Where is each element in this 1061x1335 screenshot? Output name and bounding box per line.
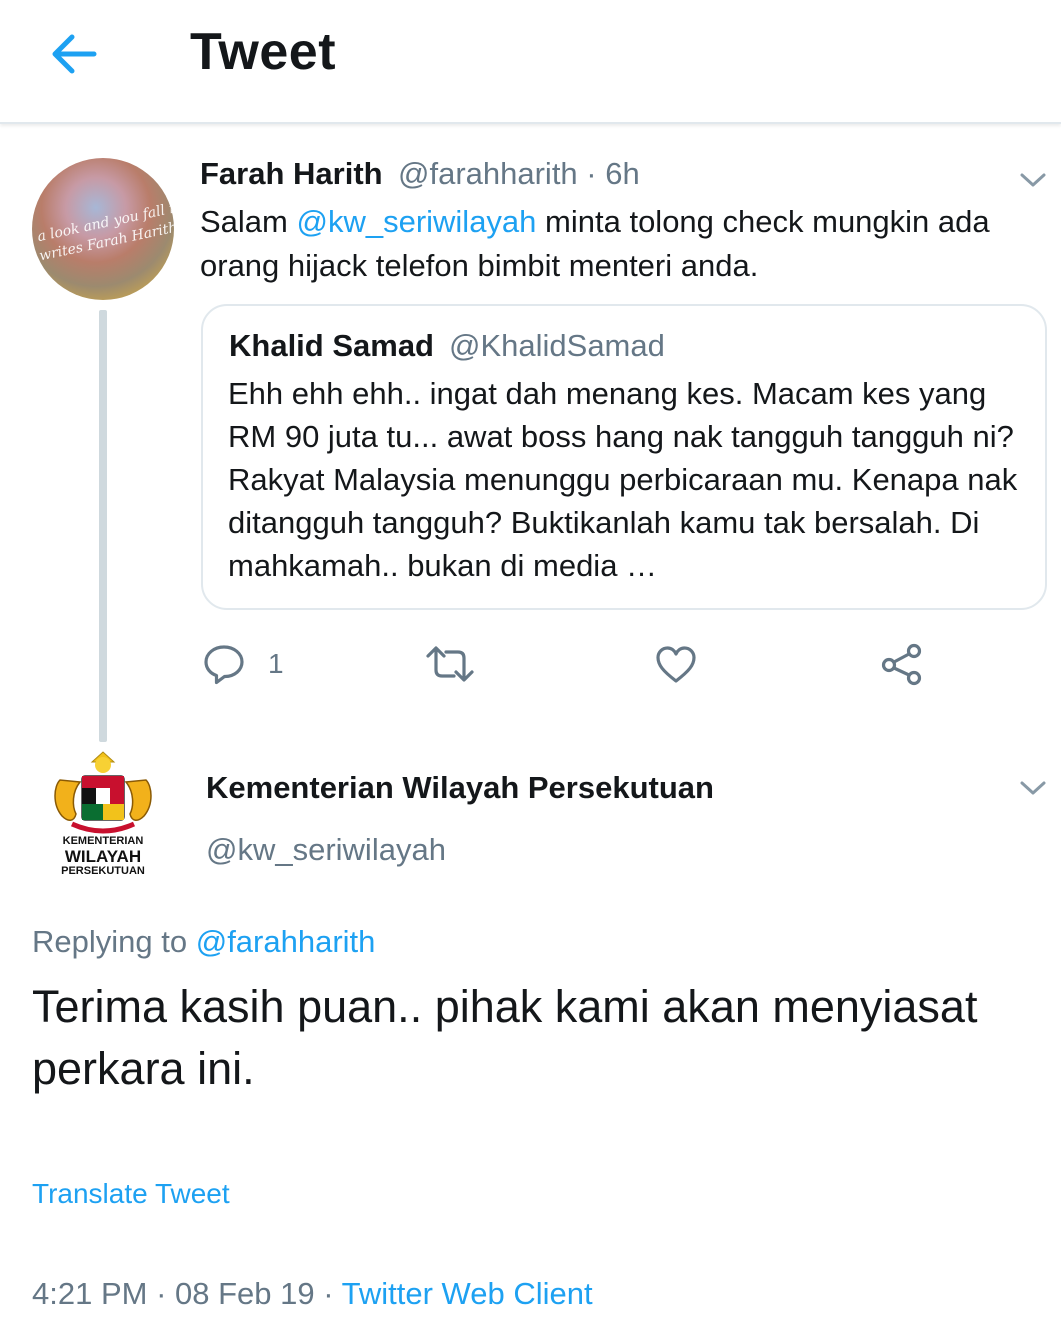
retweet-icon [424,642,476,686]
reply-count: 1 [268,648,284,679]
author-name[interactable]: Kementerian Wilayah Persekutuan [206,770,714,806]
tweet-metadata: 4:21 PM · 08 Feb 19 · Twitter Web Client [32,1276,593,1312]
thread-connector-line [99,310,107,742]
like-icon [654,642,698,686]
meta-separator: · [147,1276,176,1311]
tweet-text-prefix: Salam [200,204,297,239]
top-app-bar: Tweet [0,0,1061,124]
logo-text-kementerian: KEMENTERIAN [62,835,144,847]
quoted-author-handle: @KhalidSamad [449,328,665,363]
replying-to-mention[interactable]: @farahharith [196,924,376,959]
share-button[interactable] [880,640,924,688]
replying-to-label: Replying to [32,924,196,959]
translate-tweet-link[interactable]: Translate Tweet [32,1178,230,1210]
share-icon [880,642,924,686]
like-button[interactable] [654,640,698,688]
retweet-button[interactable] [424,640,476,688]
logo-text-wilayah: WILAYAH [64,847,142,866]
chevron-down-icon[interactable] [1018,170,1048,190]
tweet-date: 08 Feb 19 [175,1276,315,1311]
client-link[interactable]: Twitter Web Client [342,1276,593,1311]
author-name[interactable]: Farah Harith [200,156,383,192]
tweet-text: Salam @kw_seriwilayah minta tolong check… [200,200,1030,288]
avatar-farah-harith[interactable]: a look and you fall in writes Farah Hari… [32,158,174,300]
avatar-kementerian-logo[interactable]: KEMENTERIAN WILAYAH PERSEKUTUAN [32,748,174,883]
page-title: Tweet [190,23,337,81]
chevron-down-icon[interactable] [1018,778,1048,798]
author-handle: @farahharith [398,156,578,191]
arrow-left-icon[interactable] [44,26,104,82]
quoted-tweet[interactable]: Khalid Samad @KhalidSamad Ehh ehh ehh.. … [201,304,1047,610]
tweet-time: 4:21 PM [32,1276,148,1311]
reply-icon [202,642,246,686]
quoted-author-name: Khalid Samad [229,328,434,363]
author-handle[interactable]: @kw_seriwilayah [206,832,446,868]
replying-to-line: Replying to @farahharith [32,924,375,960]
author-handle-and-time[interactable]: @farahharith · 6h [398,156,640,192]
meta-separator: · [314,1276,342,1311]
reply-button[interactable]: 1 [202,640,284,688]
logo-text-persekutuan: PERSEKUTUAN [61,865,145,877]
quoted-tweet-text: Ehh ehh ehh.. ingat dah menang kes. Maca… [228,376,1018,583]
mention-link[interactable]: @kw_seriwilayah [296,204,536,239]
tweet-age: 6h [605,156,640,191]
tweet-text: Terima kasih puan.. pihak kami akan meny… [32,981,978,1094]
time-separator: · [577,156,606,191]
